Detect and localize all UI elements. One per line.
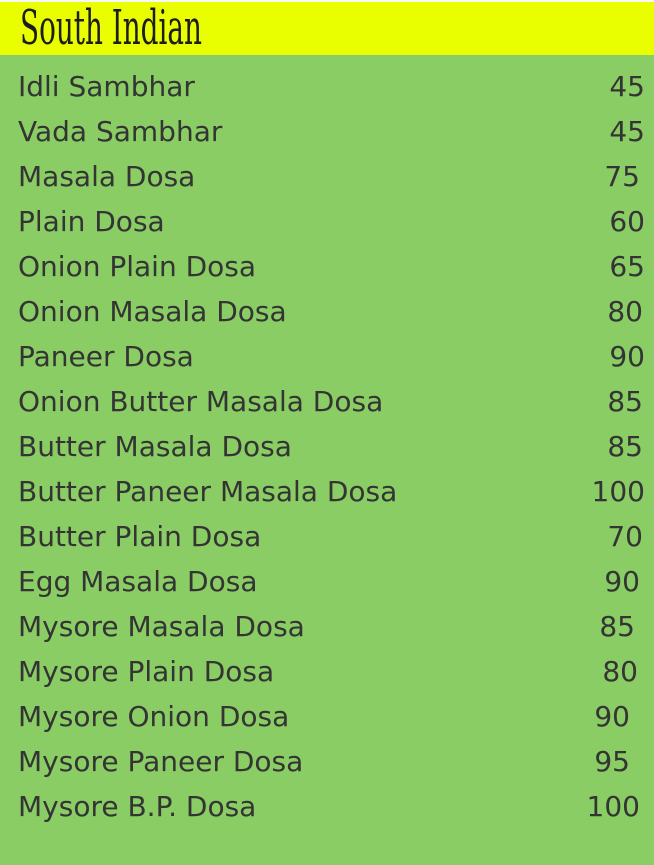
menu-item-price: 85 (607, 385, 643, 418)
menu-item: Masala Dosa 75 (18, 157, 654, 202)
menu-item-price: 90 (604, 565, 640, 598)
menu-item-name: Plain Dosa (18, 205, 165, 238)
menu-item-name: Butter Masala Dosa (18, 430, 292, 463)
menu-item-name: Egg Masala Dosa (18, 565, 258, 598)
menu-item: Mysore Masala Dosa 85 (18, 607, 654, 652)
menu-item: Butter Plain Dosa 70 (18, 517, 654, 562)
menu-item-price: 65 (609, 250, 645, 283)
menu-item-name: Paneer Dosa (18, 340, 194, 373)
menu-item: Onion Butter Masala Dosa 85 (18, 382, 654, 427)
menu-item: Onion Masala Dosa 80 (18, 292, 654, 337)
menu-item: Egg Masala Dosa 90 (18, 562, 654, 607)
menu-list: Idli Sambhar 45 Vada Sambhar 45 Masala D… (18, 67, 654, 832)
menu-item-price: 75 (604, 160, 640, 193)
menu-item-name: Idli Sambhar (18, 70, 195, 103)
menu-item: Mysore Paneer Dosa 95 (18, 742, 654, 787)
menu-item-name: Butter Paneer Masala Dosa (18, 475, 398, 508)
menu-item: Idli Sambhar 45 (18, 67, 654, 112)
menu-item-price: 70 (607, 520, 643, 553)
menu-item: Mysore B.P. Dosa 100 (18, 787, 654, 832)
menu-item: Butter Masala Dosa 85 (18, 427, 654, 472)
section-title: South Indian (20, 0, 202, 56)
menu-item-price: 85 (599, 610, 635, 643)
menu-page: South Indian Idli Sambhar 45 Vada Sambha… (0, 0, 654, 865)
menu-item-name: Onion Plain Dosa (18, 250, 257, 283)
menu-item-name: Mysore B.P. Dosa (18, 790, 257, 823)
menu-item: Paneer Dosa 90 (18, 337, 654, 382)
menu-item: Mysore Plain Dosa 80 (18, 652, 654, 697)
menu-item: Plain Dosa 60 (18, 202, 654, 247)
menu-item-price: 100 (591, 475, 645, 508)
menu-item-name: Mysore Masala Dosa (18, 610, 305, 643)
menu-item-name: Mysore Onion Dosa (18, 700, 290, 733)
menu-item-name: Mysore Paneer Dosa (18, 745, 304, 778)
menu-item-name: Onion Butter Masala Dosa (18, 385, 384, 418)
menu-item: Vada Sambhar 45 (18, 112, 654, 157)
menu-item-price: 95 (594, 745, 630, 778)
menu-item-price: 45 (609, 70, 645, 103)
menu-item-price: 90 (609, 340, 645, 373)
section-header: South Indian (0, 0, 654, 56)
menu-item: Onion Plain Dosa 65 (18, 247, 654, 292)
menu-item-name: Vada Sambhar (18, 115, 223, 148)
menu-item-price: 80 (602, 655, 638, 688)
menu-item-name: Butter Plain Dosa (18, 520, 262, 553)
menu-item-price: 45 (609, 115, 645, 148)
menu-item-name: Masala Dosa (18, 160, 196, 193)
menu-item-name: Onion Masala Dosa (18, 295, 287, 328)
menu-item-price: 60 (609, 205, 645, 238)
menu-item-name: Mysore Plain Dosa (18, 655, 275, 688)
menu-item-price: 100 (586, 790, 640, 823)
menu-item-price: 90 (594, 700, 630, 733)
menu-item-price: 80 (607, 295, 643, 328)
menu-item: Mysore Onion Dosa 90 (18, 697, 654, 742)
menu-item-price: 85 (607, 430, 643, 463)
menu-item: Butter Paneer Masala Dosa 100 (18, 472, 654, 517)
